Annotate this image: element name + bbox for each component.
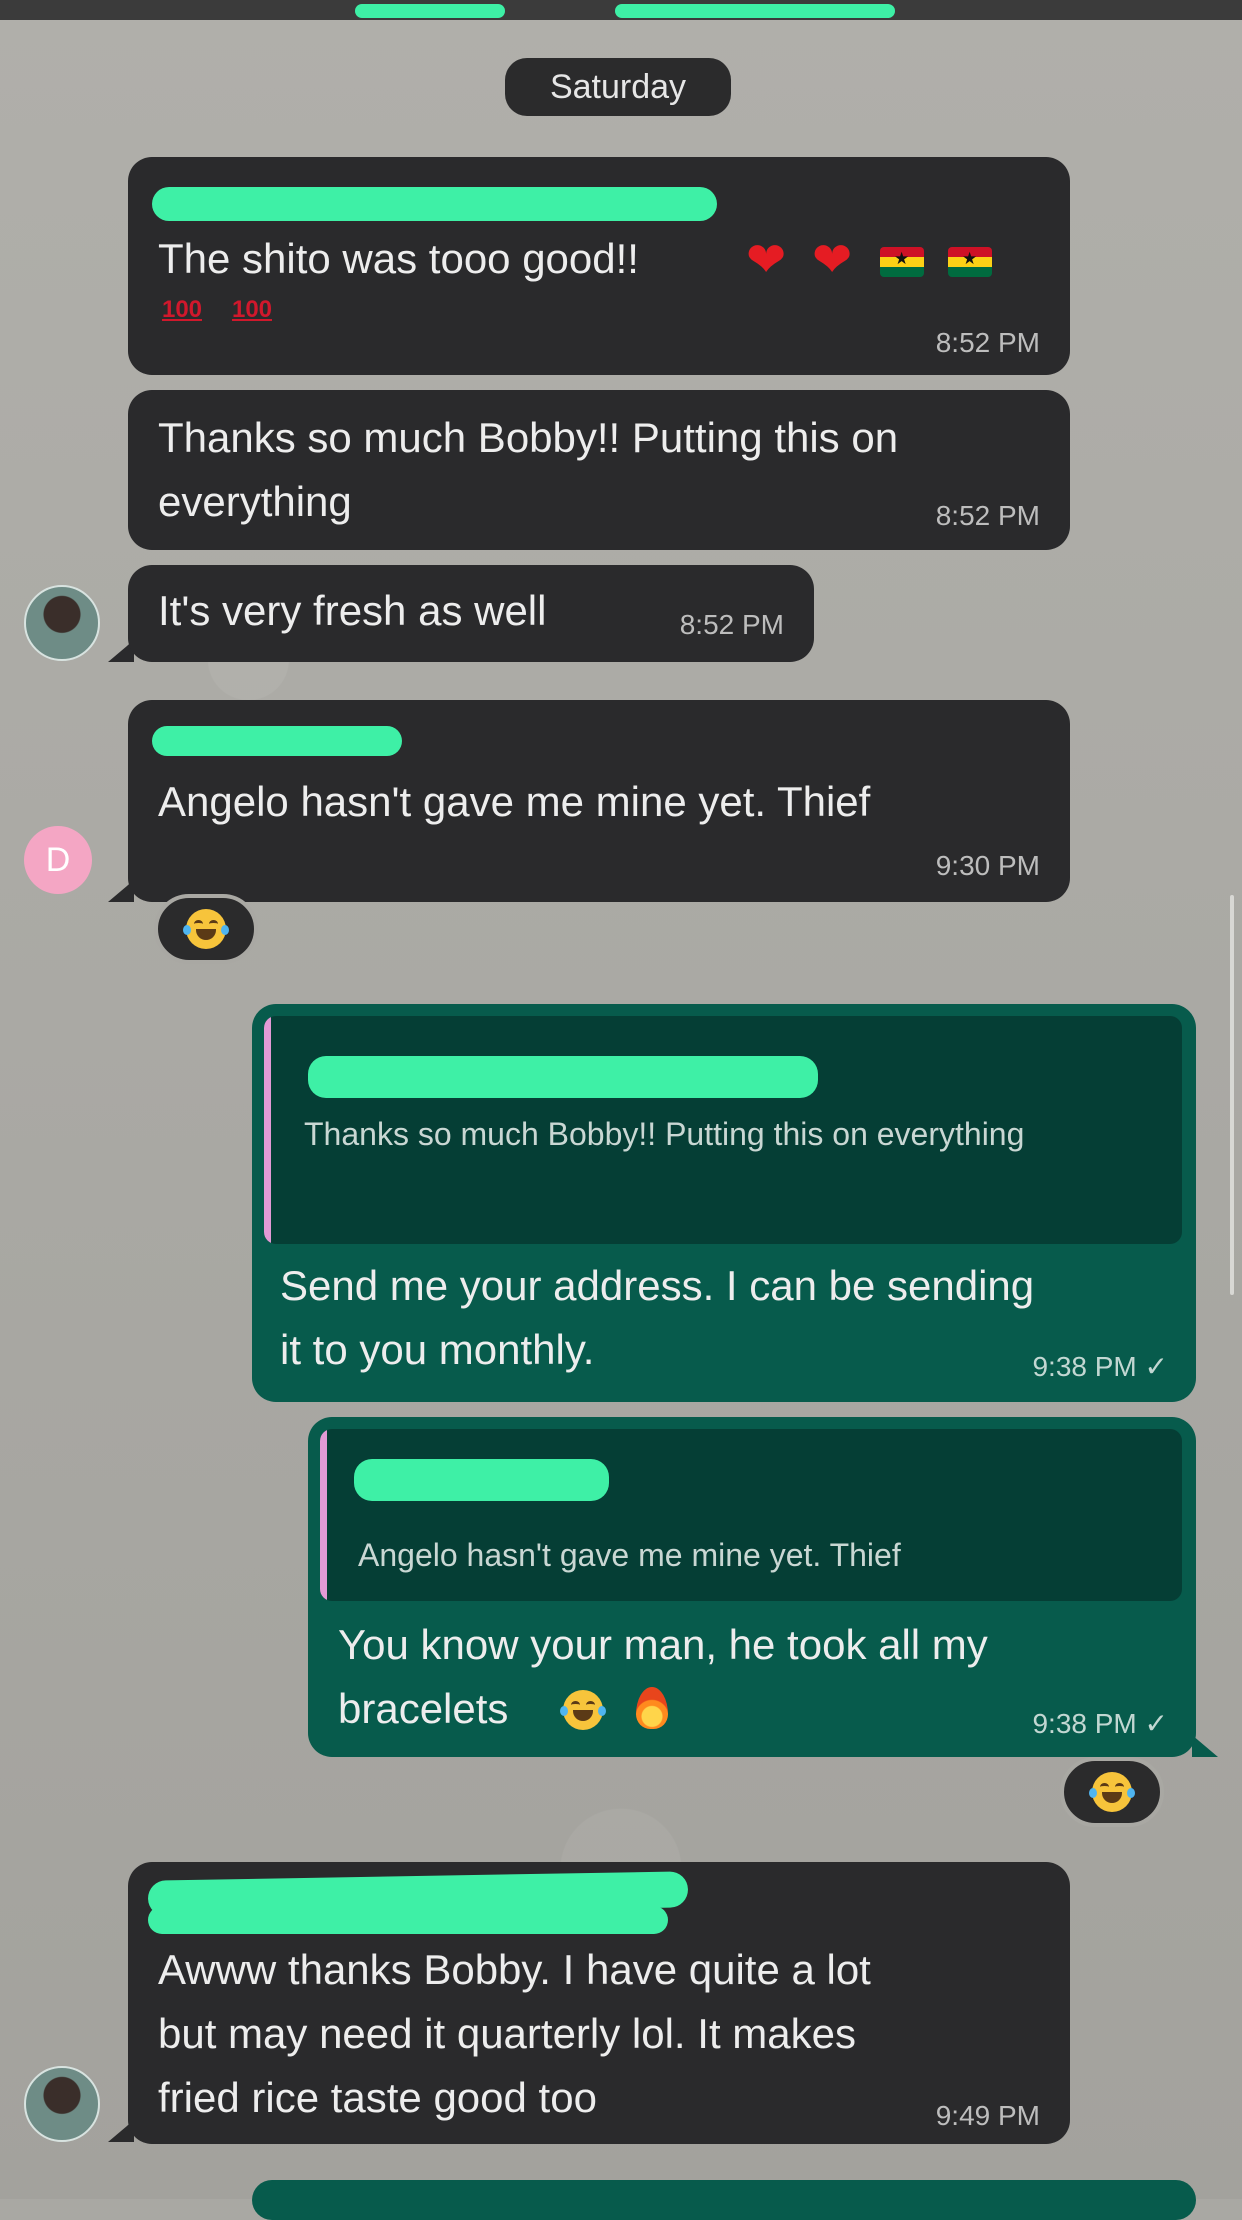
quoted-message[interactable]: Thanks so much Bobby!! Putting this on e… — [264, 1016, 1182, 1244]
message-bubble-incoming[interactable]: The shito was tooo good!! ❤ ❤ 100 100 8:… — [128, 157, 1070, 375]
single-check-icon: ✓ — [1144, 1351, 1168, 1382]
redacted-sender-name — [148, 1906, 668, 1934]
redacted-quoted-sender — [354, 1459, 609, 1501]
redaction-mark — [355, 4, 505, 18]
message-bubble-incoming[interactable]: It's very fresh as well 8:52 PM — [128, 565, 814, 662]
message-text: Send me your address. I can be sending i… — [280, 1262, 1035, 1373]
redaction-mark — [615, 4, 895, 18]
face-with-tears-of-joy-emoji-icon — [183, 909, 229, 949]
message-time: 8:52 PM — [935, 500, 1040, 531]
message-reaction[interactable] — [1060, 1757, 1164, 1827]
face-with-tears-of-joy-emoji-icon — [1089, 1772, 1135, 1812]
quoted-text: Angelo hasn't gave me mine yet. Thief — [358, 1537, 901, 1573]
top-bar — [0, 0, 1242, 20]
message-text: Angelo hasn't gave me mine yet. Thief — [158, 778, 871, 825]
red-heart-emoji-icon: ❤ — [812, 234, 853, 287]
contact-avatar-initial[interactable]: D — [24, 826, 92, 894]
message-text: It's very fresh as well — [158, 587, 547, 634]
hundred-points-emoji-icon: 100 — [231, 296, 273, 323]
message-time: 9:30 PM — [935, 850, 1040, 881]
quote-accent-bar — [320, 1429, 327, 1601]
message-bubble-incoming[interactable]: Thanks so much Bobby!! Putting this on e… — [128, 390, 1070, 550]
message-text: Thanks so much Bobby!! Putting this on e… — [158, 414, 899, 525]
hundred-points-emoji-icon: 100 — [161, 296, 203, 323]
bubble-tail — [1192, 1735, 1218, 1757]
quoted-message[interactable]: Angelo hasn't gave me mine yet. Thief — [320, 1429, 1182, 1601]
ghana-flag-emoji-icon — [948, 247, 992, 277]
contact-avatar[interactable] — [24, 585, 100, 661]
red-heart-emoji-icon: ❤ — [746, 234, 787, 287]
face-with-tears-of-joy-emoji-icon — [560, 1690, 606, 1730]
message-bubble-outgoing[interactable] — [252, 2180, 1196, 2220]
scrollbar[interactable] — [1230, 895, 1234, 1295]
message-bubble-outgoing[interactable]: Angelo hasn't gave me mine yet. Thief Yo… — [308, 1417, 1196, 1757]
message-bubble-incoming[interactable]: Awww thanks Bobby. I have quite a lot bu… — [128, 1862, 1070, 2144]
message-bubble-incoming[interactable]: Angelo hasn't gave me mine yet. Thief 9:… — [128, 700, 1070, 902]
message-time: 9:38 PM ✓ — [1032, 1351, 1168, 1382]
message-time: 9:49 PM — [935, 2100, 1040, 2131]
message-text: Awww thanks Bobby. I have quite a lot bu… — [158, 1946, 871, 2121]
quoted-text: Thanks so much Bobby!! Putting this on e… — [304, 1116, 1025, 1152]
redacted-quoted-sender — [308, 1056, 818, 1098]
ghana-flag-emoji-icon — [880, 247, 924, 277]
message-bubble-outgoing[interactable]: Thanks so much Bobby!! Putting this on e… — [252, 1004, 1196, 1402]
redacted-sender-name — [152, 187, 717, 221]
date-separator: Saturday — [505, 58, 731, 116]
contact-avatar[interactable] — [24, 2066, 100, 2142]
message-reaction[interactable] — [154, 894, 258, 964]
message-time: 8:52 PM — [679, 609, 784, 640]
message-text: The shito was tooo good!! — [158, 235, 639, 282]
quote-accent-bar — [264, 1016, 271, 1244]
redacted-sender-name — [152, 726, 402, 756]
message-time: 8:52 PM — [935, 327, 1040, 358]
single-check-icon: ✓ — [1144, 1708, 1168, 1739]
message-time: 9:38 PM ✓ — [1032, 1708, 1168, 1739]
